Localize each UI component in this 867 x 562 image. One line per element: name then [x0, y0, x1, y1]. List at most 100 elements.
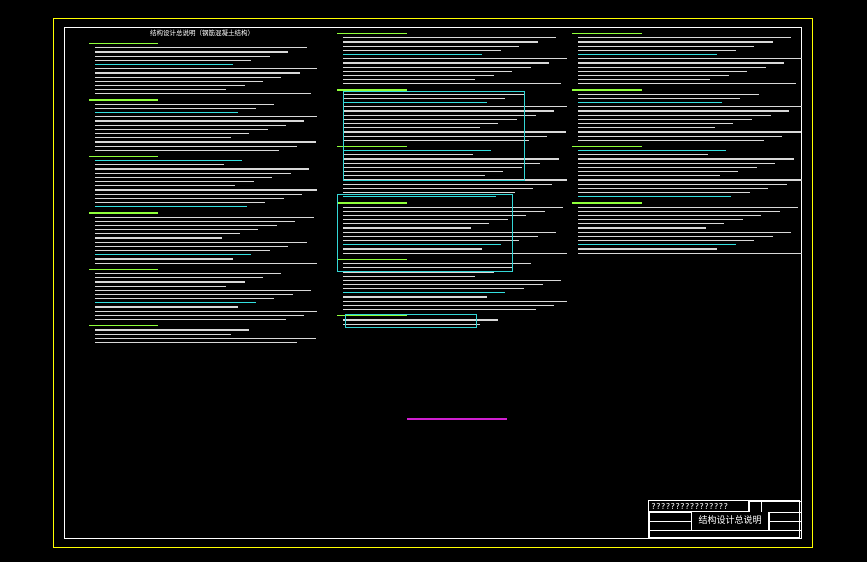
- note-line: [578, 206, 799, 208]
- note-line: [572, 202, 642, 204]
- note-line: [95, 302, 256, 304]
- note-line: [578, 158, 794, 160]
- note-line: [578, 196, 732, 198]
- note-line: [95, 164, 224, 166]
- note-line: [343, 304, 555, 306]
- note-line: [578, 79, 711, 81]
- note-line: [343, 58, 567, 60]
- note-line: [578, 122, 734, 125]
- note-line: [95, 124, 286, 126]
- note-line: [95, 128, 268, 130]
- note-line: [95, 293, 293, 296]
- note-line: [95, 201, 266, 204]
- highlight-line: [407, 418, 507, 420]
- note-line: [89, 268, 158, 270]
- note-line: [95, 112, 238, 114]
- note-line: [343, 187, 534, 189]
- note-line: [578, 83, 797, 85]
- note-line: [578, 219, 743, 221]
- reinforcement-table: [343, 91, 525, 181]
- note-line: [95, 237, 222, 239]
- note-line: [95, 241, 307, 243]
- note-line: [343, 309, 536, 311]
- note-line: [572, 33, 642, 35]
- note-line: [572, 89, 642, 91]
- note-line: [578, 214, 762, 217]
- note-line: [578, 53, 718, 56]
- note-line: [578, 114, 771, 116]
- note-line: [95, 262, 317, 264]
- note-line: [578, 70, 748, 72]
- note-line: [95, 145, 298, 147]
- notes-column-1: 结构设计总说明（钢筋混凝土结构）: [87, 28, 317, 538]
- note-line: [578, 93, 759, 95]
- note-line: [578, 187, 769, 189]
- note-line: [343, 275, 476, 277]
- note-line: [89, 325, 158, 327]
- note-line: [343, 66, 531, 68]
- note-line: [95, 333, 231, 335]
- note-line: [95, 55, 270, 57]
- note-line: [95, 185, 236, 187]
- note-line: [95, 80, 263, 82]
- note-line: [343, 49, 501, 51]
- note-line: [343, 37, 557, 39]
- note-line: [578, 175, 720, 177]
- note-line: [343, 83, 562, 85]
- note-line: [343, 191, 515, 194]
- note-line: [337, 33, 407, 35]
- note-line: [95, 172, 291, 174]
- note-line: [95, 272, 282, 275]
- project-name: ????????????????: [649, 501, 749, 512]
- note-line: [95, 298, 275, 300]
- note-line: [578, 66, 766, 68]
- note-line: [95, 68, 317, 70]
- note-line: [95, 197, 284, 199]
- note-line: [95, 160, 243, 162]
- note-line: [343, 41, 538, 43]
- note-line: [95, 306, 238, 308]
- cover-table: [345, 314, 477, 328]
- note-line: [578, 106, 802, 108]
- note-line: [578, 244, 736, 246]
- note-line: [95, 59, 252, 61]
- note-line: [578, 235, 773, 237]
- note-line: [95, 176, 273, 178]
- note-line: [343, 283, 543, 286]
- note-line: [572, 145, 642, 148]
- note-line: [578, 227, 706, 229]
- note-line: [578, 74, 729, 77]
- note-line: [95, 51, 289, 53]
- note-line: [343, 296, 487, 298]
- note-line: [95, 206, 247, 208]
- note-line: [578, 49, 736, 51]
- drawing-title: 结构设计总说明: [691, 512, 769, 530]
- note-line: [95, 76, 282, 78]
- note-line: [95, 137, 231, 139]
- note-line: [95, 72, 300, 74]
- title-block: ???????????????? 结构设计总说明: [648, 500, 801, 539]
- note-line: [95, 329, 250, 331]
- note-line: [578, 183, 787, 185]
- note-line: [343, 53, 483, 56]
- note-line: [95, 181, 254, 183]
- note-line: [95, 314, 305, 316]
- note-line: [95, 103, 275, 105]
- note-line: [578, 102, 722, 104]
- note-line: [343, 45, 520, 47]
- note-line: [343, 288, 524, 290]
- page-title: 结构设计总说明（钢筋混凝土结构）: [150, 29, 254, 37]
- note-line: [578, 179, 802, 181]
- note-line: [89, 99, 158, 101]
- note-line: [578, 252, 802, 254]
- note-line: [95, 250, 270, 252]
- note-line: [578, 118, 752, 120]
- note-line: [95, 289, 312, 291]
- note-line: [95, 107, 256, 109]
- note-line: [95, 245, 289, 247]
- note-line: [578, 166, 757, 168]
- note-line: [578, 139, 764, 141]
- notes-column-3: [570, 28, 802, 538]
- note-line: [343, 79, 476, 81]
- note-line: [95, 220, 296, 222]
